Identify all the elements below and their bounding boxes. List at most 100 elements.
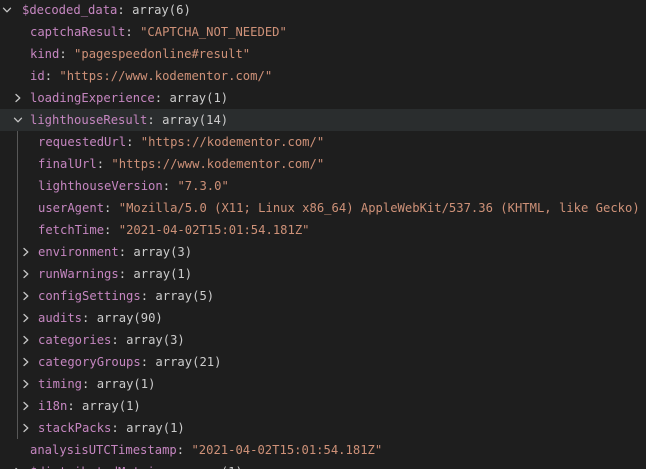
variable-type: array(5) <box>155 289 215 303</box>
row-text: categories: array(3) <box>38 329 185 351</box>
variable-value: "7.3.0" <box>177 179 229 193</box>
separator: : <box>118 267 134 281</box>
row-text: loadingExperience: array(1) <box>30 87 228 109</box>
variable-type: array(1) <box>82 399 141 413</box>
chevron-down-icon[interactable] <box>11 109 25 131</box>
row-text: id: "https://www.kodementor.com/" <box>30 65 272 87</box>
chevron-right-icon[interactable] <box>19 373 33 395</box>
variable-name: stackPacks <box>38 421 112 435</box>
variables-tree: $decoded_data: array(6) captchaResult: "C… <box>0 0 646 469</box>
separator: : <box>140 355 156 369</box>
row-text: lighthouseVersion: "7.3.0" <box>38 175 229 197</box>
separator: : <box>140 289 156 303</box>
variable-name: userAgent <box>38 201 105 215</box>
variable-type: array(1) <box>96 377 156 391</box>
row-text: i18n: array(1) <box>38 395 141 417</box>
variable-value: "Mozilla/5.0 (X11; Linux x86_64) AppleWe… <box>118 201 646 215</box>
tree-row-audits[interactable]: audits: array(90) <box>0 307 646 329</box>
chevron-right-icon[interactable] <box>19 285 33 307</box>
variable-name: kind <box>30 47 60 61</box>
chevron-right-icon[interactable] <box>19 417 33 439</box>
variable-name: categoryGroups <box>38 355 141 369</box>
tree-row-lighthouseversion[interactable]: lighthouseVersion: "7.3.0" <box>0 175 646 197</box>
chevron-right-icon[interactable] <box>11 87 25 109</box>
tree-row-configsettings[interactable]: configSettings: array(5) <box>0 285 646 307</box>
variable-type: array(1) <box>133 267 193 281</box>
variable-name: audits <box>38 311 83 325</box>
row-text: stackPacks: array(1) <box>38 417 185 439</box>
tree-row-id[interactable]: id: "https://www.kodementor.com/" <box>0 65 646 87</box>
chevron-right-icon[interactable] <box>19 307 33 329</box>
row-text: lighthouseResult: array(14) <box>30 109 228 131</box>
separator: : <box>169 465 184 469</box>
variable-type: array(14) <box>162 113 229 127</box>
chevron-right-icon[interactable] <box>19 241 33 263</box>
tree-row-decoded-data[interactable]: $decoded_data: array(6) <box>0 0 646 21</box>
separator: : <box>104 201 119 215</box>
row-text: fetchTime: "2021-04-02T15:01:54.181Z" <box>38 219 310 241</box>
variable-value: "https://kodementor.com/" <box>140 135 325 149</box>
chevron-right-icon[interactable] <box>11 461 25 469</box>
variable-type: array(3) <box>126 333 185 347</box>
chevron-right-icon[interactable] <box>19 395 33 417</box>
tree-row-analysisutctimestamp[interactable]: analysisUTCTimestamp: "2021-04-02T15:01:… <box>0 439 646 461</box>
variable-name: captchaResult <box>30 25 126 39</box>
tree-row-requestedurl[interactable]: requestedUrl: "https://kodementor.com/" <box>0 131 646 153</box>
row-text: environment: array(3) <box>38 241 192 263</box>
variable-name: i18n <box>38 399 68 413</box>
variable-type: array(1) <box>184 465 243 469</box>
row-text: $distributedMetrics: array(1) <box>30 461 243 469</box>
tree-row-timing[interactable]: timing: array(1) <box>0 373 646 395</box>
tree-row-captcharesult[interactable]: captchaResult: "CAPTCHA_NOT_NEEDED" <box>0 21 646 43</box>
chevron-down-icon[interactable] <box>0 0 14 21</box>
variable-value: "CAPTCHA_NOT_NEEDED" <box>140 25 287 39</box>
separator: : <box>126 135 141 149</box>
variable-name: lighthouseResult <box>30 113 148 127</box>
chevron-right-icon[interactable] <box>19 351 33 373</box>
tree-row-useragent[interactable]: userAgent: "Mozilla/5.0 (X11; Linux x86_… <box>0 197 646 219</box>
variable-type: array(3) <box>133 245 193 259</box>
variable-type: array(21) <box>155 355 222 369</box>
variable-name: fetchTime <box>38 223 105 237</box>
variable-type: array(1) <box>126 421 185 435</box>
tree-row-distributedmetrics[interactable]: $distributedMetrics: array(1) <box>0 461 646 469</box>
tree-row-fetchtime[interactable]: fetchTime: "2021-04-02T15:01:54.181Z" <box>0 219 646 241</box>
variable-value: "pagespeedonline#result" <box>74 47 251 61</box>
tree-row-finalurl[interactable]: finalUrl: "https://www.kodementor.com/" <box>0 153 646 175</box>
tree-row-categories[interactable]: categories: array(3) <box>0 329 646 351</box>
row-text: categoryGroups: array(21) <box>38 351 221 373</box>
separator: : <box>162 179 178 193</box>
tree-row-kind[interactable]: kind: "pagespeedonline#result" <box>0 43 646 65</box>
variable-type: array(6) <box>132 3 191 17</box>
tree-row-loadingexperience[interactable]: loadingExperience: array(1) <box>0 87 646 109</box>
tree-row-categorygroups[interactable]: categoryGroups: array(21) <box>0 351 646 373</box>
separator: : <box>118 245 134 259</box>
variable-name: analysisUTCTimestamp <box>30 443 177 457</box>
chevron-right-icon[interactable] <box>19 263 33 285</box>
tree-row-lighthouseresult[interactable]: lighthouseResult: array(14) <box>0 109 646 131</box>
separator: : <box>147 113 163 127</box>
row-text: analysisUTCTimestamp: "2021-04-02T15:01:… <box>30 439 382 461</box>
variable-name: finalUrl <box>38 157 97 171</box>
tree-row-i18n[interactable]: i18n: array(1) <box>0 395 646 417</box>
variable-name: runWarnings <box>38 267 119 281</box>
variable-name: requestedUrl <box>38 135 127 149</box>
variable-name: $decoded_data <box>22 3 118 17</box>
separator: : <box>67 399 83 413</box>
variable-value: "2021-04-02T15:01:54.181Z" <box>191 443 383 457</box>
variable-type: array(90) <box>96 311 163 325</box>
variable-name: $distributedMetrics <box>30 465 169 469</box>
tree-row-stackpacks[interactable]: stackPacks: array(1) <box>0 417 646 439</box>
tree-row-environment[interactable]: environment: array(3) <box>0 241 646 263</box>
separator: : <box>104 223 119 237</box>
separator: : <box>59 47 75 61</box>
variable-value: "2021-04-02T15:01:54.181Z" <box>118 223 310 237</box>
separator: : <box>82 311 97 325</box>
row-text: finalUrl: "https://www.kodementor.com/" <box>38 153 324 175</box>
separator: : <box>82 377 97 391</box>
tree-row-runwarnings[interactable]: runWarnings: array(1) <box>0 263 646 285</box>
variable-name: id <box>30 69 45 83</box>
chevron-right-icon[interactable] <box>19 329 33 351</box>
row-text: captchaResult: "CAPTCHA_NOT_NEEDED" <box>30 21 287 43</box>
row-text: runWarnings: array(1) <box>38 263 192 285</box>
